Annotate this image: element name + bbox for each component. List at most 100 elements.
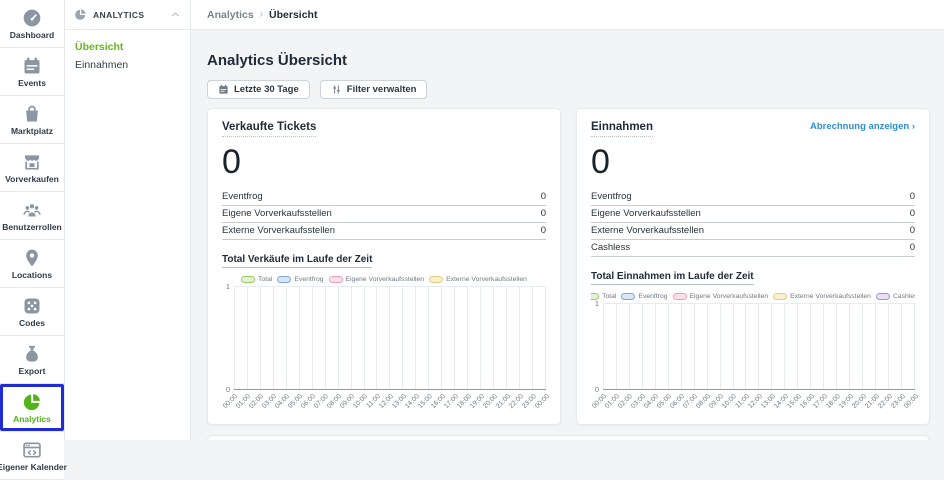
stat-label: Eventfrog: [222, 191, 263, 202]
stat-label: Cashless: [591, 242, 630, 253]
sidebar-item-label: Locations: [12, 270, 52, 280]
sidebar-item-label: Events: [18, 78, 46, 88]
legend-swatch: [876, 293, 890, 300]
legend-item: Externe Vorverkaufsstellen: [429, 276, 527, 283]
secondary-sidebar-header: ANALYTICS: [65, 0, 190, 30]
cards-row: Verkaufte Tickets0Eventfrog0Eigene Vorve…: [207, 108, 930, 425]
abrechnung-anzeigen-link[interactable]: Abrechnung anzeigen ›: [810, 121, 915, 132]
total-value: 0: [222, 145, 546, 179]
stat-row: Eigene Vorverkaufsstellen0: [222, 206, 546, 223]
primary-sidebar: Dashboard Events Marktplatz Vorverkaufen Ben…: [0, 0, 65, 440]
sidebar-item-dashboard[interactable]: Dashboard: [0, 0, 64, 48]
sidebar-item-label: Benutzerrollen: [2, 222, 62, 232]
sidebar-item-marktplatz[interactable]: Marktplatz: [0, 96, 64, 144]
sidebar-item-vorverkaufen[interactable]: Vorverkaufen: [0, 144, 64, 192]
sidebar-item-export[interactable]: Export: [0, 336, 64, 384]
toolbar: Letzte 30 Tage Filter verwalten: [207, 80, 930, 99]
sidebar-item-events[interactable]: Events: [0, 48, 64, 96]
y-axis: 10: [591, 303, 603, 390]
secondary-sidebar-items: Übersicht Einnahmen: [65, 30, 190, 82]
legend-label: Eigene Vorverkaufsstellen: [690, 293, 769, 300]
stat-label: Eigene Vorverkaufsstellen: [222, 208, 332, 219]
sidebar-item-label: Marktplatz: [11, 126, 53, 136]
legend-label: Eventfrog: [294, 276, 323, 283]
storefront-icon: [22, 152, 42, 172]
shopping-bag-icon: [22, 104, 42, 124]
legend-label: Eigene Vorverkaufsstellen: [346, 276, 425, 283]
topbar: Analytics › Übersicht: [191, 0, 944, 30]
chart-legend: Total Eventfrog Eigene Vorverkaufsstellen E…: [591, 293, 915, 300]
chart-legend: Total Eventfrog Eigene Vorverkaufsstellen E…: [222, 276, 546, 283]
stat-label: Externe Vorverkaufsstellen: [591, 225, 704, 236]
card-einnahmen: EinnahmenAbrechnung anzeigen ›0Eventfrog…: [576, 108, 930, 425]
y-tick: 0: [591, 386, 599, 393]
letzte-30-tage-button[interactable]: Letzte 30 Tage: [207, 80, 310, 99]
legend-item: Total: [241, 276, 272, 283]
legend-item: Eigene Vorverkaufsstellen: [673, 293, 769, 300]
plot-area: [603, 303, 915, 390]
sidebar-item-label: Dashboard: [10, 30, 54, 40]
line-chart: 10: [222, 286, 546, 390]
card-title: Einnahmen: [591, 121, 653, 137]
legend-swatch: [621, 293, 635, 300]
sidebar-item-eigener-kalender[interactable]: Eigener Kalender: [0, 432, 64, 480]
stat-row: Cashless0: [591, 240, 915, 257]
sidebar-item-label: Eigener Kalender: [0, 462, 67, 472]
sidebar-item-label: Export: [19, 366, 46, 376]
calendar-icon: [218, 84, 229, 95]
breadcrumb-current: Übersicht: [269, 9, 317, 21]
link-label: Abrechnung anzeigen: [810, 121, 909, 132]
stat-row: Eigene Vorverkaufsstellen0: [591, 206, 915, 223]
stat-value: 0: [541, 225, 546, 236]
stat-row: Externe Vorverkaufsstellen0: [222, 223, 546, 240]
sidebar-item-label: Codes: [19, 318, 45, 328]
stat-label: Eventfrog: [591, 191, 632, 202]
sidebar-item-benutzerrollen[interactable]: Benutzerrollen: [0, 192, 64, 240]
legend-swatch: [429, 276, 443, 283]
legend-swatch: [277, 276, 291, 283]
users-icon: [22, 200, 42, 220]
chevron-up-icon[interactable]: [170, 9, 181, 20]
legend-item: Eventfrog: [621, 293, 667, 300]
chevron-right-icon: ›: [260, 9, 263, 20]
chart-title: Total Verkäufe im Laufe der Zeit: [222, 254, 372, 268]
sidebar-item-locations[interactable]: Locations: [0, 240, 64, 288]
sidebar-item-analytics[interactable]: Analytics: [0, 384, 64, 432]
button-label: Letzte 30 Tage: [234, 84, 299, 95]
plot-area: [234, 286, 546, 390]
stat-row: Eventfrog0: [222, 189, 546, 206]
y-tick: 0: [222, 386, 230, 393]
stat-row: Eventfrog 0: [591, 189, 915, 206]
chart-title: Total Einnahmen im Laufe der Zeit: [591, 271, 754, 285]
chevron-right-icon: ›: [912, 121, 915, 132]
legend-item: Eventfrog: [277, 276, 323, 283]
breadcrumb-section[interactable]: Analytics: [207, 9, 254, 21]
filter-verwalten-button[interactable]: Filter verwalten: [320, 80, 428, 99]
sidebar-item-codes[interactable]: Codes: [0, 288, 64, 336]
bottom-card: [207, 435, 930, 440]
gauge-icon: [22, 8, 42, 28]
secondary-sidebar: ANALYTICS Übersicht Einnahmen: [65, 0, 191, 440]
legend-label: Total: [258, 276, 272, 283]
stat-row: Externe Vorverkaufsstellen0: [591, 223, 915, 240]
legend-swatch: [673, 293, 687, 300]
y-axis: 10: [222, 286, 234, 390]
sliders-icon: [331, 84, 342, 95]
total-value: 0: [591, 145, 915, 179]
stat-value: 0: [910, 191, 915, 202]
sidebar-item-label: Analytics: [13, 414, 51, 424]
breadcrumb: Analytics › Übersicht: [207, 9, 317, 21]
browser-code-icon: [22, 440, 42, 460]
legend-label: Externe Vorverkaufsstellen: [790, 293, 871, 300]
legend-label: Total: [602, 293, 616, 300]
line-chart: 10: [591, 303, 915, 390]
card-verkaufte-tickets: Verkaufte Tickets0Eventfrog0Eigene Vorve…: [207, 108, 561, 425]
legend-item: Cashless: [876, 293, 915, 300]
map-pin-icon: [22, 248, 42, 268]
legend-item: Eigene Vorverkaufsstellen: [329, 276, 425, 283]
legend-label: Externe Vorverkaufsstellen: [446, 276, 527, 283]
subsidebar-item-bersicht[interactable]: Übersicht: [75, 41, 180, 53]
legend-swatch: [241, 276, 255, 283]
secondary-sidebar-title: ANALYTICS: [93, 10, 164, 20]
subsidebar-item-einnahmen[interactable]: Einnahmen: [75, 59, 180, 71]
